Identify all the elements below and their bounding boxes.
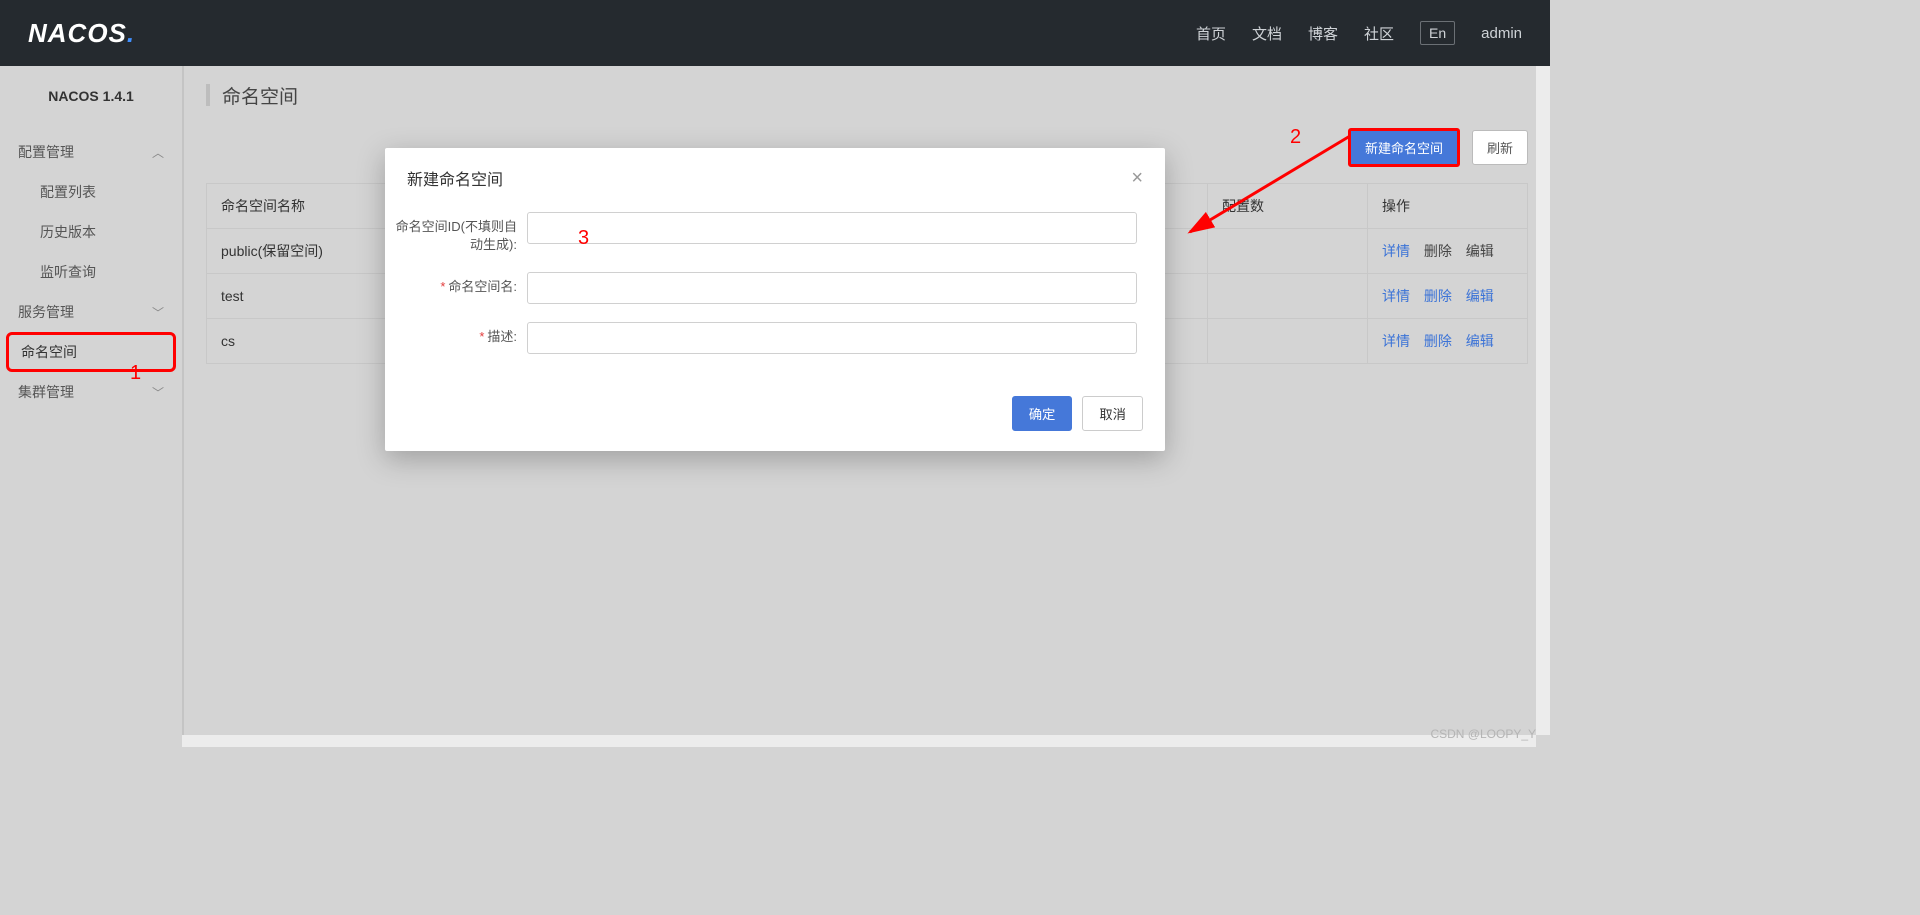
watermark: CSDN @LOOPY_Y xyxy=(1430,727,1536,741)
modal-overlay: 新建命名空间 × 命名空间ID(不填则自动生成): *命名空间名: *描述: xyxy=(0,0,1550,747)
input-namespace-id[interactable] xyxy=(527,212,1137,244)
cancel-button[interactable]: 取消 xyxy=(1082,396,1143,431)
scrollbar-vertical[interactable] xyxy=(1536,66,1550,735)
new-namespace-dialog: 新建命名空间 × 命名空间ID(不填则自动生成): *命名空间名: *描述: xyxy=(385,148,1165,451)
label-desc: *描述: xyxy=(395,322,527,346)
ok-button[interactable]: 确定 xyxy=(1012,396,1073,431)
input-namespace-name[interactable] xyxy=(527,272,1137,304)
close-icon[interactable]: × xyxy=(1131,168,1143,188)
dialog-title: 新建命名空间 xyxy=(407,166,503,190)
input-desc[interactable] xyxy=(527,322,1137,354)
label-namespace-name: *命名空间名: xyxy=(395,272,527,296)
label-namespace-id: 命名空间ID(不填则自动生成): xyxy=(395,212,527,254)
scrollbar-horizontal[interactable] xyxy=(182,735,1536,747)
